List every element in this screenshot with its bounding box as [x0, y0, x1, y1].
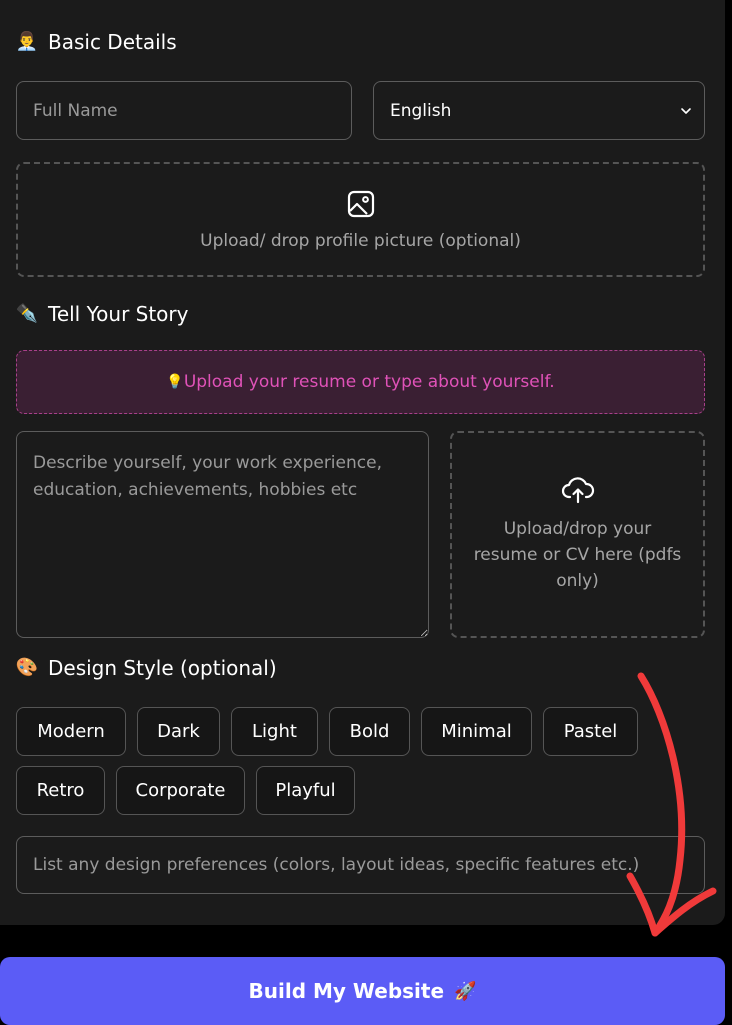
- story-title: Tell Your Story: [48, 302, 189, 326]
- person-emoji-icon: 👨‍💼: [15, 31, 39, 52]
- story-hint-text: Upload your resume or type about yoursel…: [183, 372, 555, 392]
- pen-emoji-icon: ✒️: [15, 303, 39, 324]
- basic-details-title: Basic Details: [48, 30, 177, 54]
- design-preferences-input[interactable]: [16, 836, 705, 894]
- profile-picture-dropzone[interactable]: Upload/ drop profile picture (optional): [16, 162, 705, 277]
- rocket-icon: 🚀: [454, 980, 477, 1002]
- palette-emoji-icon: 🎨: [15, 657, 39, 678]
- full-name-input[interactable]: [16, 81, 352, 140]
- story-heading: ✒️ Tell Your Story: [15, 302, 189, 326]
- story-hint-banner: 💡 Upload your resume or type about yours…: [16, 350, 705, 414]
- style-chip-playful[interactable]: Playful: [256, 766, 355, 815]
- build-website-button[interactable]: Build My Website 🚀: [0, 957, 725, 1025]
- style-chip-dark[interactable]: Dark: [137, 707, 220, 756]
- style-chip-bold[interactable]: Bold: [329, 707, 410, 756]
- description-textarea[interactable]: [16, 431, 429, 638]
- style-chip-modern[interactable]: Modern: [16, 707, 126, 756]
- lightbulb-icon: 💡: [166, 374, 184, 390]
- style-chip-retro[interactable]: Retro: [16, 766, 105, 815]
- chevron-down-icon: [681, 107, 691, 114]
- design-style-heading: 🎨 Design Style (optional): [16, 656, 277, 680]
- language-select-value: English: [390, 100, 452, 121]
- build-button-label: Build My Website: [248, 979, 445, 1003]
- design-style-title: Design Style (optional): [48, 656, 277, 680]
- style-chip-minimal[interactable]: Minimal: [421, 707, 532, 756]
- style-chip-light[interactable]: Light: [231, 707, 318, 756]
- resume-upload-text: Upload/drop your resume or CV here (pdfs…: [473, 518, 682, 591]
- style-chip-pastel[interactable]: Pastel: [543, 707, 638, 756]
- image-icon: [347, 190, 374, 217]
- style-chip-corporate[interactable]: Corporate: [116, 766, 245, 815]
- resume-dropzone[interactable]: Upload/drop your resume or CV here (pdfs…: [450, 431, 705, 638]
- cloud-upload-icon: [561, 476, 594, 503]
- language-select[interactable]: English: [373, 81, 705, 140]
- basic-details-heading: 👨‍💼 Basic Details: [16, 30, 177, 54]
- profile-upload-text: Upload/ drop profile picture (optional): [200, 230, 521, 251]
